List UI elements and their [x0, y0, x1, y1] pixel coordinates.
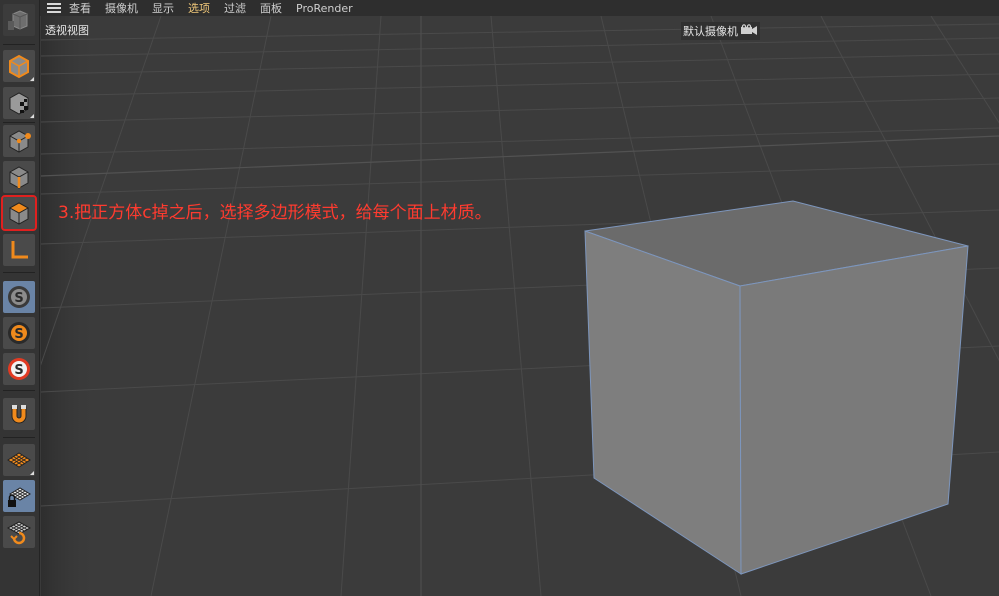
- toolbar-separator: [3, 44, 35, 45]
- tutorial-annotation: 3.把正方体c掉之后，选择多边形模式，给每个面上材质。: [58, 203, 492, 223]
- camera-icon: [741, 24, 757, 38]
- polygon-mode-icon[interactable]: [1, 195, 37, 231]
- menu-camera[interactable]: 摄像机: [105, 0, 138, 16]
- menu-prorender[interactable]: ProRender: [296, 2, 353, 15]
- menu-options[interactable]: 选项: [188, 0, 210, 16]
- camera-label[interactable]: 默认摄像机: [681, 22, 760, 40]
- menu-filter[interactable]: 过滤: [224, 0, 246, 16]
- snap-magnet-icon[interactable]: [3, 398, 35, 430]
- axis-mode-icon[interactable]: [3, 234, 35, 266]
- perspective-viewport[interactable]: 透视视图 默认摄像机 3.把正方体c掉之后，选择多边形模式，给每个面上材质。: [41, 16, 999, 596]
- hamburger-menu-icon[interactable]: [47, 3, 61, 13]
- toolbar-separator: [3, 122, 35, 123]
- solo-off-icon[interactable]: S: [3, 281, 35, 313]
- model-mode-icon[interactable]: [3, 50, 35, 82]
- cinema4d-window: S S S 查看 摄像机 显示 选项 过滤 面板 ProRender 透视视图 …: [0, 0, 999, 596]
- toolbar-separator: [3, 390, 35, 391]
- workplane-align-icon[interactable]: [3, 516, 35, 548]
- camera-label-text: 默认摄像机: [683, 25, 738, 38]
- texture-mode-icon[interactable]: [3, 87, 35, 119]
- menu-display[interactable]: 显示: [152, 0, 174, 16]
- locked-workplane-icon[interactable]: [3, 480, 35, 512]
- view-label: 透视视图: [45, 24, 89, 37]
- solo-single-icon[interactable]: S: [3, 317, 35, 349]
- viewport-scene: [41, 16, 999, 596]
- workplane-icon[interactable]: [3, 444, 35, 476]
- svg-text:S: S: [14, 291, 23, 306]
- toolbar-separator: [3, 272, 35, 273]
- svg-text:S: S: [14, 327, 23, 342]
- toolbar-separator: [3, 437, 35, 438]
- point-mode-icon[interactable]: [3, 125, 35, 157]
- left-toolbar: S S S: [0, 0, 40, 596]
- solo-hierarchy-icon[interactable]: S: [3, 353, 35, 385]
- edge-mode-icon[interactable]: [3, 161, 35, 193]
- menu-panel[interactable]: 面板: [260, 0, 282, 16]
- menu-view[interactable]: 查看: [69, 0, 91, 16]
- viewport-menubar: 查看 摄像机 显示 选项 过滤 面板 ProRender: [40, 0, 999, 16]
- undo-view-icon[interactable]: [3, 4, 35, 36]
- svg-text:S: S: [14, 363, 23, 378]
